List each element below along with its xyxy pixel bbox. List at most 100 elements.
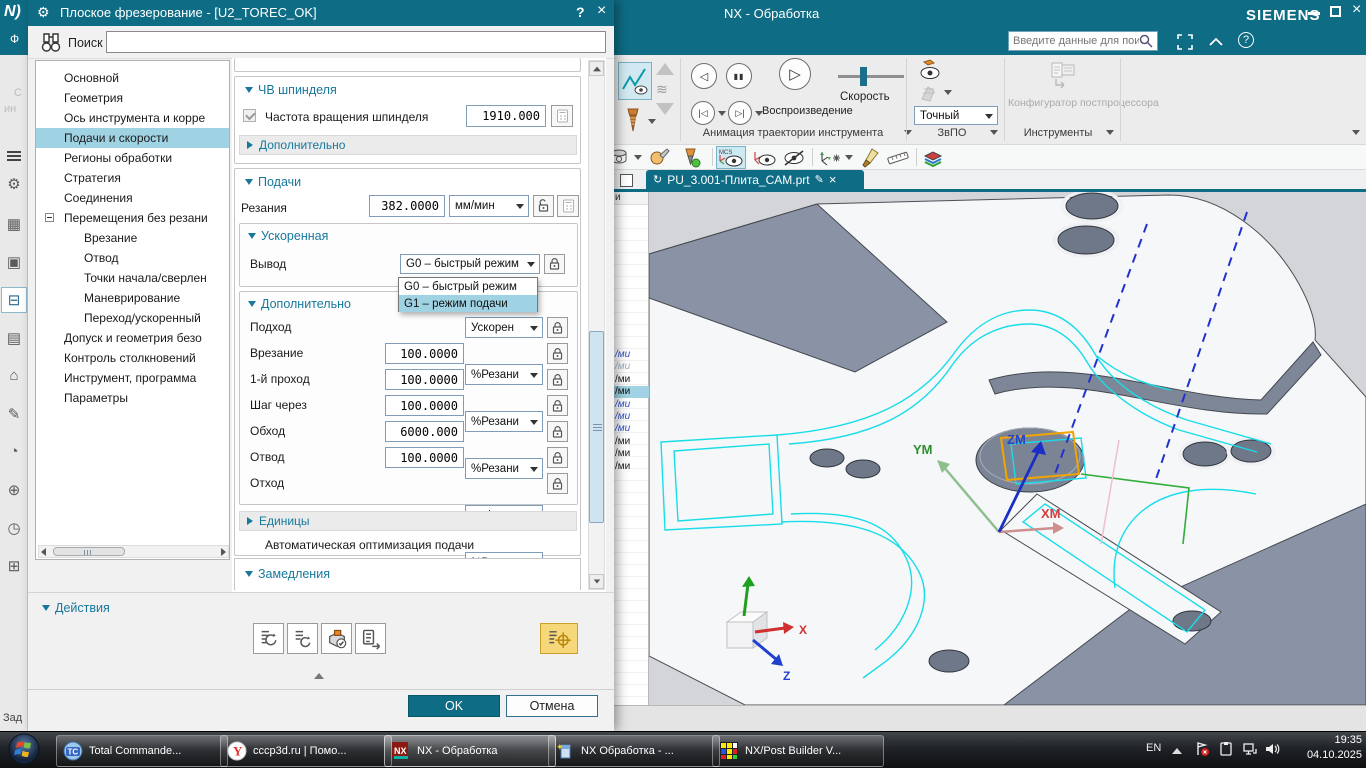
window-close-button[interactable]: × <box>1352 1 1361 19</box>
step-forward-button[interactable]: ▷| <box>728 101 752 125</box>
minimize-button[interactable] <box>1308 12 1320 15</box>
csys-eye-icon[interactable] <box>752 148 776 168</box>
dialog-help-button[interactable]: ? <box>576 4 585 20</box>
step-back-button[interactable]: |◁ <box>691 101 715 125</box>
edit-tool-icon[interactable] <box>648 147 670 168</box>
collapse-ribbon-icon[interactable] <box>1208 35 1224 49</box>
scroll-right-icon[interactable] <box>221 548 226 556</box>
tree-item[interactable]: Параметры <box>36 388 229 408</box>
part-tab[interactable]: ↻ PU_3.001-Плита_CAM.prt ✎ × <box>646 170 864 189</box>
scroll-left-icon[interactable] <box>41 548 46 556</box>
spindle-more-banner[interactable]: Дополнительно <box>239 135 577 155</box>
navigator-row-selected[interactable]: /ми <box>613 386 649 398</box>
constraint-navigator-icon[interactable]: ▣ <box>0 253 28 271</box>
zvpo-dropdown-icon[interactable] <box>944 90 952 95</box>
tree-item[interactable]: Регионы обработки <box>36 148 229 168</box>
tools-group-dialog-icon[interactable] <box>1106 130 1114 135</box>
start-button[interactable] <box>8 733 40 765</box>
cancel-button[interactable]: Отмена <box>506 695 598 717</box>
dialog-close-button[interactable]: × <box>597 2 606 20</box>
edit-display-button[interactable] <box>540 623 578 654</box>
web-browser-icon[interactable]: ⊕ <box>0 481 28 499</box>
tree-item[interactable]: Контроль столкновений <box>36 348 229 368</box>
brush-icon[interactable] <box>860 147 880 168</box>
hamburger-menu-icon[interactable] <box>7 151 21 153</box>
ribbon-overflow-icon[interactable] <box>1352 130 1360 135</box>
taskbar-button-nx-active[interactable]: NX NX - Обработка <box>384 735 556 767</box>
operation-navigator-sliver[interactable]: и /ми /ми /ми /ми /ми /ми /ми /ми /ми /м… <box>612 192 649 705</box>
tray-expand-icon[interactable] <box>1172 748 1182 754</box>
tree-item[interactable]: Соединения <box>36 188 229 208</box>
zvpo-group-dialog-icon[interactable] <box>990 130 998 135</box>
color-layers-icon[interactable] <box>922 147 944 168</box>
post-configurator-label[interactable]: Конфигуратор постпроцессора <box>1008 97 1116 109</box>
tree-item[interactable]: Допуск и геометрия безо <box>36 328 229 348</box>
params-vscrollbar[interactable] <box>588 60 605 590</box>
feed-row-lock[interactable] <box>547 447 568 468</box>
params-vscroll-thumb[interactable] <box>589 331 604 523</box>
search-magnifier-icon[interactable] <box>1138 33 1154 49</box>
process-assistant-icon[interactable]: ✎ <box>0 405 28 423</box>
feed-row-lock[interactable] <box>547 369 568 390</box>
rewind-button[interactable]: ◁ <box>691 63 717 89</box>
rapid-header[interactable]: Ускоренная <box>248 229 328 243</box>
feed-row-lock[interactable] <box>547 473 568 494</box>
templates-icon[interactable]: ⊞ <box>0 557 28 575</box>
taskbar-button-nx-installer[interactable]: ✦ NX Обработка - ... <box>548 735 720 767</box>
language-indicator[interactable]: EN <box>1146 742 1161 754</box>
ok-button[interactable]: OK <box>408 695 500 717</box>
navigator-column-header[interactable]: и <box>612 192 648 205</box>
verify-toolpath-button[interactable] <box>321 623 352 654</box>
feed-row-combo[interactable]: %Резани <box>465 458 543 479</box>
tree-hscrollbar[interactable] <box>38 545 229 558</box>
cut-feed-unit-combo[interactable]: мм/мин <box>449 195 529 217</box>
feed-row-value[interactable]: 100.0000 <box>385 447 464 468</box>
feed-row-lock[interactable] <box>547 343 568 364</box>
machine-view-icon[interactable]: ⌂ <box>0 367 28 384</box>
navigator-row[interactable]: /ми <box>613 349 649 361</box>
tab-close-icon[interactable]: × <box>829 172 837 187</box>
zvpo-secondary-icon[interactable] <box>918 83 940 103</box>
nx-search-input[interactable] <box>1008 31 1158 51</box>
navigator-row[interactable]: /ми <box>613 423 649 435</box>
spindle-speed-field[interactable]: 1910.000 <box>466 105 546 127</box>
rapid-lock-button[interactable] <box>544 254 565 274</box>
feed-row-lock[interactable] <box>547 395 568 416</box>
tree-item[interactable]: Переход/ускоренный <box>36 308 229 328</box>
taskbar-button-post-builder[interactable]: NX/Post Builder V... <box>712 735 884 767</box>
navigator-row[interactable]: /ми <box>613 448 649 460</box>
pause-button[interactable]: ▮▮ <box>726 63 752 89</box>
speed-slider-handle[interactable] <box>860 67 867 86</box>
csys-move-icon[interactable] <box>818 147 842 169</box>
ruler-icon[interactable] <box>886 147 910 168</box>
assembly-navigator-icon[interactable]: ▦ <box>0 215 28 233</box>
tree-item[interactable]: Точки начала/сверлен <box>36 268 229 288</box>
navigator-row[interactable]: /ми <box>613 411 649 423</box>
tree-collapse-expander[interactable] <box>45 213 54 222</box>
feeds-header[interactable]: Подачи <box>245 175 301 189</box>
clipboard-tray-icon[interactable] <box>1218 741 1234 757</box>
feed-row-lock[interactable] <box>547 317 568 338</box>
navigator-row[interactable]: /ми <box>613 461 649 473</box>
rapid-output-combo[interactable]: G0 – быстрый режим <box>400 254 540 274</box>
feed-row-combo[interactable]: Ускорен <box>465 317 543 338</box>
feed-row-combo[interactable]: %Резани <box>465 364 543 385</box>
tree-item[interactable]: Геометрия <box>36 88 229 108</box>
navigator-row[interactable]: /ми <box>613 374 649 386</box>
file-menu-tab[interactable]: Ф <box>10 32 19 46</box>
history-icon[interactable]: ◷ <box>0 519 28 537</box>
step-back-dropdown-icon[interactable] <box>718 111 726 116</box>
tree-item[interactable]: Маневрирование <box>36 288 229 308</box>
reuse-library-icon[interactable]: ◔ <box>0 443 28 460</box>
volume-tray-icon[interactable] <box>1264 741 1280 757</box>
feeds-more-header[interactable]: Дополнительно <box>248 297 351 311</box>
quality-combo[interactable]: Точный <box>914 106 998 125</box>
postprocess-button[interactable] <box>355 623 386 654</box>
network-tray-icon[interactable] <box>1242 741 1258 757</box>
dialog-titlebar[interactable]: ⚙ Плоское фрезерование - [U2_TOREC_OK] ?… <box>28 0 614 26</box>
roles-icon[interactable]: ⚙ <box>0 175 28 193</box>
show-toolpath-toggle[interactable] <box>618 62 652 100</box>
feed-row-value[interactable]: 100.0000 <box>385 343 464 364</box>
show-mcs-toggle[interactable]: MCS <box>716 146 746 169</box>
generate-single-button[interactable] <box>287 623 318 654</box>
